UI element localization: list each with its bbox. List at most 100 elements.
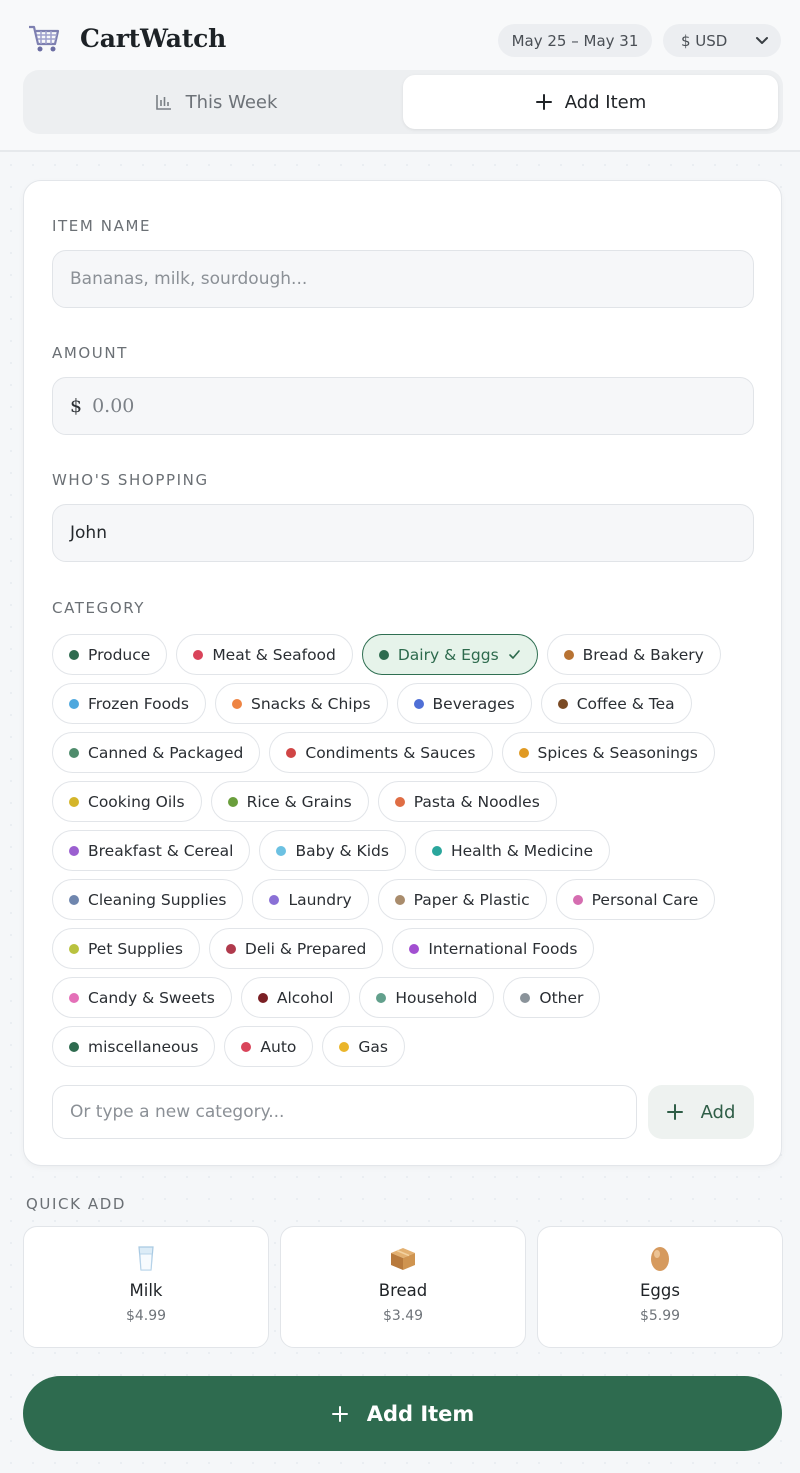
category-chip[interactable]: Spices & Seasonings [501, 732, 715, 773]
category-chip[interactable]: Breakfast & Cereal [52, 830, 251, 871]
milk-glass-icon [138, 1246, 154, 1271]
tab-this-week[interactable]: This Week [28, 75, 403, 129]
category-chip-label: Other [539, 988, 584, 1007]
category-color-dot [69, 747, 79, 758]
category-chip-label: Gas [358, 1037, 388, 1056]
category-color-dot [225, 943, 236, 954]
category-chip-label: Frozen Foods [88, 694, 189, 713]
category-color-dot [339, 1041, 350, 1052]
app-header: CartWatch May 25 – May 31 $ USD This Wee… [0, 0, 800, 152]
category-chip[interactable]: Coffee & Tea [540, 683, 692, 724]
category-chip[interactable]: miscellaneous [52, 1026, 216, 1067]
category-chip[interactable]: Snacks & Chips [214, 683, 388, 724]
category-color-dot [269, 894, 280, 905]
category-color-dot [69, 649, 79, 660]
category-chip[interactable]: Frozen Foods [52, 683, 206, 724]
add-item-button[interactable]: Add Item [23, 1376, 782, 1451]
category-chip[interactable]: Pasta & Noodles [377, 781, 557, 822]
shopper-input[interactable]: John [52, 504, 754, 562]
category-chip[interactable]: Deli & Prepared [208, 928, 384, 969]
category-chip-label: Beverages [432, 694, 515, 713]
category-chip-label: Candy & Sweets [88, 988, 215, 1007]
bar-chart-icon [155, 95, 171, 110]
category-chip[interactable]: Baby & Kids [259, 830, 406, 871]
date-range-badge[interactable]: May 25 – May 31 [498, 24, 652, 57]
quick-add-name: Milk [129, 1281, 163, 1300]
quick-add-eggs[interactable]: Eggs $5.99 [537, 1226, 783, 1348]
category-chip[interactable]: Candy & Sweets [52, 977, 232, 1018]
category-chip[interactable]: Other [503, 977, 601, 1018]
category-row: miscellaneous Auto Gas [52, 1026, 752, 1067]
category-color-dot [394, 894, 405, 905]
category-chip[interactable]: Cooking Oils [52, 781, 202, 822]
currency-select[interactable]: $ USD [663, 24, 781, 57]
quick-add-name: Bread [378, 1281, 428, 1300]
category-chip[interactable]: Canned & Packaged [52, 732, 261, 773]
category-color-dot [413, 698, 424, 709]
item-name-placeholder: Bananas, milk, sourdough... [70, 269, 308, 289]
category-chip-label: Meat & Seafood [212, 645, 336, 664]
category-chip[interactable]: Personal Care [555, 879, 716, 920]
item-name-input[interactable]: Bananas, milk, sourdough... [52, 250, 754, 308]
category-chip[interactable]: Rice & Grains [210, 781, 369, 822]
currency-value: $ USD [681, 31, 728, 50]
category-chip[interactable]: Alcohol [240, 977, 351, 1018]
category-chip[interactable]: Paper & Plastic [377, 879, 547, 920]
category-color-dot [520, 992, 531, 1003]
category-chip-label: miscellaneous [88, 1037, 199, 1056]
category-row: Canned & Packaged Condiments & Sauces Spic… [52, 732, 752, 773]
new-category-input[interactable]: Or type a new category... [52, 1085, 637, 1139]
category-chip-label: Cooking Oils [88, 792, 185, 811]
category-color-dot [69, 894, 79, 905]
amount-input[interactable]: $ 0.00 [52, 377, 754, 435]
category-chip-label: Personal Care [591, 890, 699, 909]
category-chip-label: Rice & Grains [246, 792, 352, 811]
category-chip-label: Snacks & Chips [250, 694, 371, 713]
bread-box-icon [391, 1248, 415, 1270]
quick-add-milk[interactable]: Milk $4.99 [23, 1226, 269, 1348]
category-chip-label: Canned & Packaged [88, 743, 244, 762]
category-chip[interactable]: Condiments & Sauces [269, 732, 493, 773]
add-category-button[interactable]: Add [648, 1085, 754, 1139]
quick-add-price: $4.99 [125, 1308, 167, 1324]
category-chip[interactable]: Household [359, 977, 495, 1018]
category-chip[interactable]: Health & Medicine [414, 830, 611, 871]
item-name-label: ITEM NAME [52, 217, 152, 235]
brand: CartWatch [26, 20, 226, 56]
category-chip[interactable]: Meat & Seafood [176, 634, 353, 675]
category-chip-label: Paper & Plastic [413, 890, 530, 909]
checkmark-icon [508, 650, 520, 659]
category-chip-label: Spices & Seasonings [537, 743, 698, 762]
category-chip[interactable]: Produce [52, 634, 168, 675]
category-color-dot [409, 943, 420, 954]
quick-add-name: Eggs [640, 1281, 680, 1300]
category-chip[interactable]: Cleaning Supplies [52, 879, 244, 920]
category-chip-label: Breakfast & Cereal [88, 841, 234, 860]
amount-placeholder: 0.00 [92, 395, 135, 417]
currency-symbol: $ [70, 395, 83, 417]
tab-add-item[interactable]: Add Item [403, 75, 778, 129]
chevron-down-icon [756, 37, 768, 44]
quick-add-bread[interactable]: Bread $3.49 [280, 1226, 526, 1348]
category-chip[interactable]: Laundry [252, 879, 369, 920]
category-color-dot [518, 747, 529, 758]
shopper-value: John [70, 523, 107, 543]
category-color-dot [276, 845, 287, 856]
category-chip-label: Laundry [288, 890, 352, 909]
quick-add-price: $3.49 [382, 1308, 424, 1324]
category-row: Cleaning Supplies Laundry Paper & Plastic P… [52, 879, 752, 920]
category-chip[interactable]: Dairy & Eggs [361, 634, 538, 675]
category-chip[interactable]: Gas [322, 1026, 405, 1067]
category-chip-label: Produce [88, 645, 151, 664]
category-chip[interactable]: Auto [224, 1026, 314, 1067]
category-chip[interactable]: International Foods [392, 928, 595, 969]
category-row: Candy & Sweets Alcohol Household Other [52, 977, 752, 1018]
category-color-dot [69, 845, 79, 856]
category-chip[interactable]: Pet Supplies [52, 928, 200, 969]
quick-add-label: QUICK ADD [26, 1195, 127, 1213]
shopping-cart-icon [29, 25, 60, 52]
category-chip[interactable]: Beverages [396, 683, 532, 724]
category-color-dot [378, 649, 389, 660]
category-chip[interactable]: Bread & Bakery [546, 634, 721, 675]
category-color-dot [69, 1041, 79, 1052]
